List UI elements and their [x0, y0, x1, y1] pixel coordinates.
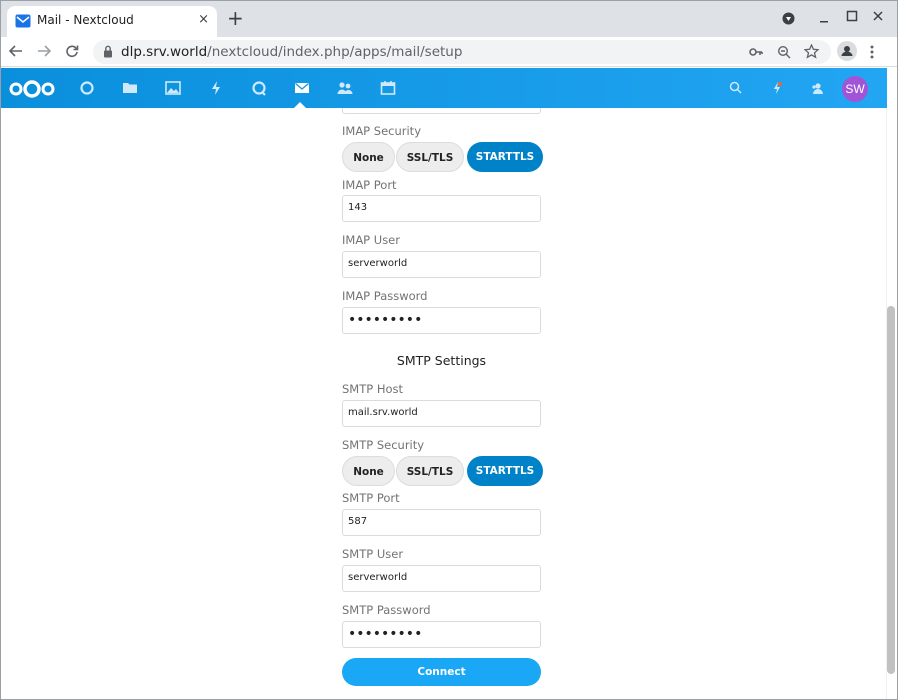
smtp-host-field[interactable]: mail.srv.world [342, 400, 541, 427]
imap-security-ssltls-button[interactable]: SSL/TLS [396, 142, 464, 172]
minimize-icon[interactable] [818, 11, 830, 25]
imap-port-field[interactable]: 143 [342, 195, 541, 222]
talk-icon[interactable] [250, 79, 268, 97]
browser-window: Mail - Nextcloud × + dlp.srv.world/nextc… [0, 0, 898, 700]
smtp-password-value: ••••••••• [348, 626, 423, 642]
smtp-port-value: 587 [348, 516, 368, 527]
forward-icon[interactable] [37, 44, 51, 58]
imap-password-field[interactable]: ••••••••• [342, 307, 541, 334]
dashboard-icon[interactable] [78, 79, 96, 97]
browser-menu-icon[interactable] [870, 45, 874, 59]
url-host: dlp.srv.world [121, 44, 208, 60]
key-icon[interactable] [749, 46, 763, 58]
lock-icon [104, 45, 112, 58]
smtp-host-value: mail.srv.world [348, 407, 418, 418]
notifications-icon[interactable] [769, 80, 785, 96]
address-bar[interactable]: dlp.srv.world/nextcloud/index.php/apps/m… [93, 40, 831, 64]
scrollbar-thumb[interactable] [887, 306, 895, 674]
browser-extension-icon[interactable] [782, 12, 795, 25]
smtp-security-starttls-button[interactable]: STARTTLS [467, 456, 543, 486]
smtp-user-value: serverworld [348, 572, 408, 583]
bookmark-star-icon[interactable] [804, 44, 819, 59]
tab-close-icon[interactable]: × [198, 12, 209, 27]
smtp-user-label: SMTP User [342, 547, 404, 561]
imap-user-value: serverworld [348, 258, 408, 269]
close-window-icon[interactable] [872, 10, 884, 22]
imap-security-starttls-button[interactable]: STARTTLS [467, 142, 543, 172]
imap-security-label: IMAP Security [342, 124, 421, 138]
zoom-icon[interactable] [777, 45, 791, 59]
photos-icon[interactable] [164, 79, 182, 97]
tab-strip: Mail - Nextcloud × + [1, 1, 897, 37]
new-tab-button[interactable]: + [227, 6, 244, 30]
reload-icon[interactable] [65, 44, 79, 58]
smtp-host-label: SMTP Host [342, 382, 404, 396]
smtp-password-field[interactable]: ••••••••• [342, 621, 541, 648]
browser-tab[interactable]: Mail - Nextcloud × [7, 6, 217, 37]
smtp-user-field[interactable]: serverworld [342, 565, 541, 592]
maximize-icon[interactable] [846, 10, 858, 22]
imap-port-label: IMAP Port [342, 178, 397, 192]
smtp-security-label: SMTP Security [342, 438, 425, 452]
imap-port-value: 143 [348, 202, 368, 213]
url-text: dlp.srv.world/nextcloud/index.php/apps/m… [121, 44, 462, 60]
profile-avatar-icon[interactable] [837, 41, 857, 61]
imap-user-field[interactable]: serverworld [342, 251, 541, 278]
imap-host-field[interactable] [342, 108, 541, 114]
imap-user-label: IMAP User [342, 233, 400, 247]
user-avatar[interactable]: SW [842, 76, 868, 102]
mail-favicon-icon [15, 14, 31, 28]
smtp-password-label: SMTP Password [342, 603, 431, 617]
mail-icon[interactable] [293, 79, 311, 97]
imap-security-none-button[interactable]: None [342, 142, 395, 172]
files-icon[interactable] [121, 79, 139, 97]
search-icon[interactable] [728, 80, 744, 96]
smtp-port-label: SMTP Port [342, 491, 400, 505]
tab-title: Mail - Nextcloud [37, 13, 134, 27]
nextcloud-logo-icon[interactable] [8, 80, 56, 98]
activity-icon[interactable] [207, 79, 225, 97]
smtp-security-none-button[interactable]: None [342, 456, 395, 486]
back-icon[interactable] [9, 44, 23, 58]
nextcloud-header [1, 68, 887, 108]
connect-button[interactable]: Connect [342, 658, 541, 686]
imap-password-value: ••••••••• [348, 312, 423, 328]
person-icon [841, 46, 853, 56]
smtp-security-ssltls-button[interactable]: SSL/TLS [396, 456, 464, 486]
smtp-settings-heading: SMTP Settings [396, 353, 487, 368]
contacts-icon[interactable] [336, 79, 354, 97]
imap-password-label: IMAP Password [342, 289, 428, 303]
contacts-menu-icon[interactable] [809, 80, 825, 96]
calendar-icon[interactable] [379, 79, 397, 97]
smtp-port-field[interactable]: 587 [342, 509, 541, 536]
url-path: /nextcloud/index.php/apps/mail/setup [207, 44, 463, 60]
browser-toolbar: dlp.srv.world/nextcloud/index.php/apps/m… [1, 37, 897, 67]
